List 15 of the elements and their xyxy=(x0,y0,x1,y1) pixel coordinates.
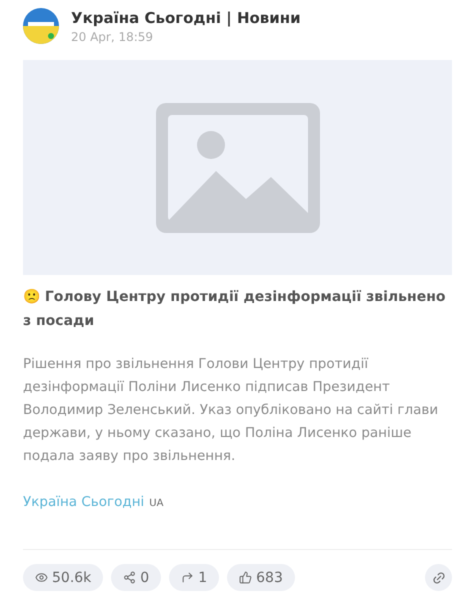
post-text: Рішення про звільнення Голови Центру протидії дезінформації Поліни Лисенко підписав Президент Володимир Зеленський. Указ опубліковано на сайті глави держави, у ньому сказано, що Поліна Лисенко раніше подала заяву про звільнення. xyxy=(23,355,440,466)
post-date: 20 Apr, 18:59 xyxy=(71,30,154,44)
post-title: 🙁 Голову Центру протидії дезінформації звільнено з посади xyxy=(23,288,446,331)
forward-arrow-icon xyxy=(181,571,194,584)
source-suffix: UA xyxy=(149,498,164,509)
channel-name[interactable]: Україна Сьогодні | Новини xyxy=(71,8,301,26)
share-icon xyxy=(123,571,136,584)
thumbs-up-icon xyxy=(239,571,252,584)
views-button[interactable]: 50.6k xyxy=(23,564,104,591)
forwards-button[interactable]: 1 xyxy=(169,564,220,591)
eye-icon xyxy=(35,571,48,584)
shares-button[interactable]: 0 xyxy=(111,564,162,591)
likes-button[interactable]: 683 xyxy=(227,564,295,591)
channel-logo xyxy=(23,8,59,44)
copy-link-button[interactable] xyxy=(425,564,452,591)
